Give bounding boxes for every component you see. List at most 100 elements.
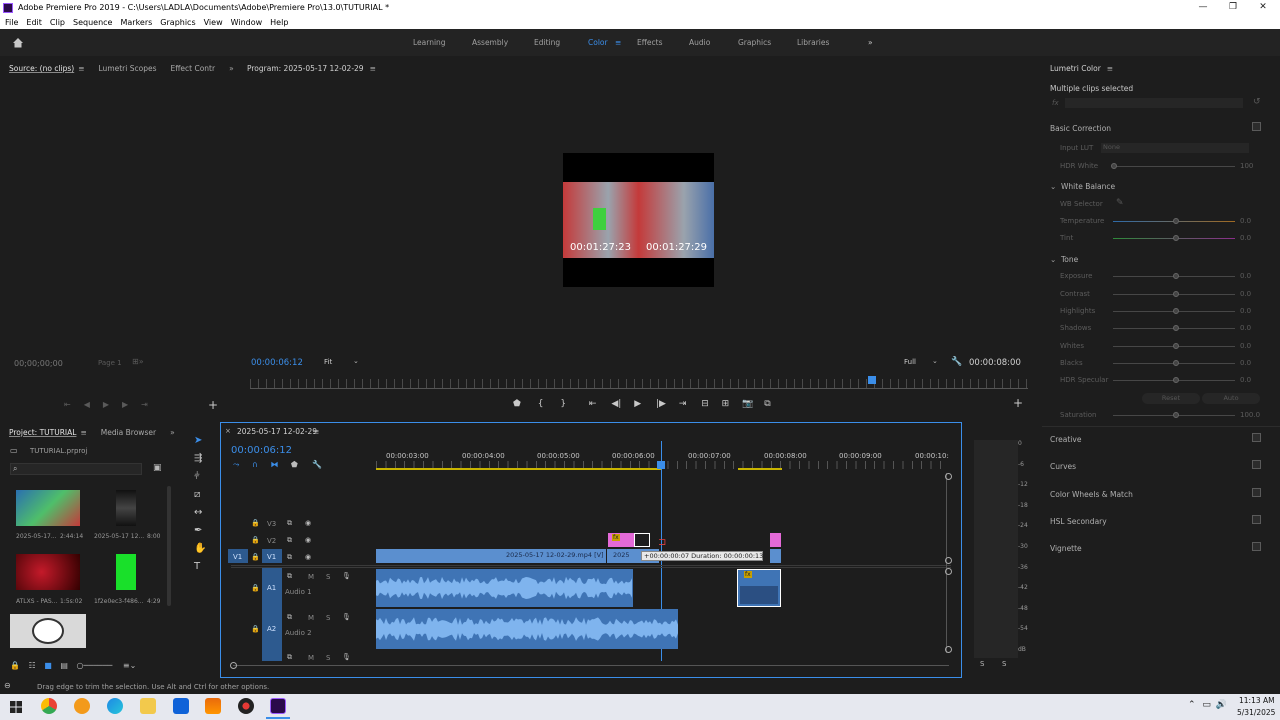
v2-pink-clip[interactable]: fx: [608, 533, 634, 547]
whites-slider[interactable]: [1113, 343, 1235, 349]
lumetri-reset-icon[interactable]: ↺: [1253, 97, 1261, 107]
selection-tool-icon[interactable]: ➤: [194, 435, 202, 446]
temperature-slider[interactable]: [1113, 218, 1235, 224]
lock-icon[interactable]: 🔒: [10, 661, 20, 670]
menu-graphics[interactable]: Graphics: [160, 18, 195, 27]
program-add-button-icon[interactable]: +: [1013, 396, 1023, 410]
v1-label[interactable]: V1: [267, 553, 276, 561]
play-icon[interactable]: ▶: [634, 399, 641, 409]
go-to-out-icon[interactable]: ⇥: [679, 399, 687, 409]
source-tab-menu-icon[interactable]: ≡: [78, 64, 84, 73]
timeline-settings-icon[interactable]: 🔧: [312, 460, 322, 469]
timeline-timecode[interactable]: 00:00:06:12: [231, 445, 292, 456]
slip-tool-icon[interactable]: ↔: [194, 507, 202, 518]
tab-lumetri-scopes[interactable]: Lumetri Scopes: [99, 64, 157, 73]
vignette-header[interactable]: Vignette: [1050, 544, 1082, 553]
source-page-select[interactable]: Page 1: [98, 359, 122, 367]
white-balance-header[interactable]: White Balance: [1061, 182, 1115, 191]
v3-sync-lock-icon[interactable]: ⧉: [287, 519, 292, 528]
source-export-frame-icon[interactable]: ⊞»: [132, 357, 144, 366]
timeline-horizontal-scrollbar[interactable]: [233, 665, 949, 666]
a1-mic-icon[interactable]: 🎙: [342, 572, 351, 580]
tone-chevron-icon[interactable]: ⌄: [1050, 255, 1056, 264]
v1-video-clip-right[interactable]: [770, 549, 781, 563]
hdr-specular-slider[interactable]: [1113, 377, 1235, 383]
lumetri-clip-select[interactable]: [1065, 98, 1243, 108]
taskbar-time[interactable]: 11:13 AM: [1239, 696, 1275, 705]
mark-in-icon[interactable]: {: [538, 399, 544, 409]
quality-chevron-down-icon[interactable]: ⌄: [932, 357, 938, 365]
extract-icon[interactable]: ⊞: [722, 399, 730, 409]
tone-header[interactable]: Tone: [1061, 255, 1078, 264]
pen-tool-icon[interactable]: ✒: [194, 525, 202, 536]
tone-auto-button[interactable]: Auto: [1202, 393, 1260, 404]
basic-correction-checkbox[interactable]: [1252, 122, 1261, 131]
audio-target-patch[interactable]: [262, 568, 282, 661]
taskbar-date[interactable]: 5/31/2025: [1237, 708, 1275, 717]
input-lut-select[interactable]: None: [1101, 143, 1249, 153]
mark-out-icon[interactable]: }: [560, 399, 566, 409]
track-select-tool-icon[interactable]: ⇶: [194, 453, 202, 464]
workspace-color[interactable]: Color: [588, 38, 608, 47]
menu-edit[interactable]: Edit: [26, 18, 42, 27]
go-to-in-icon[interactable]: ⇤: [589, 399, 597, 409]
a1-lock-icon[interactable]: 🔒: [251, 584, 260, 592]
firefox-icon[interactable]: [74, 698, 90, 714]
program-title[interactable]: Program: 2025-05-17 12-02-29: [247, 64, 364, 73]
program-quality-select[interactable]: Full: [904, 358, 916, 366]
nest-icon[interactable]: ⤳: [233, 460, 239, 469]
v2-label[interactable]: V2: [267, 537, 276, 545]
menu-sequence[interactable]: Sequence: [73, 18, 112, 27]
a1-audio-clip-right[interactable]: fx: [737, 569, 781, 607]
menu-clip[interactable]: Clip: [50, 18, 65, 27]
close-sequence-icon[interactable]: ×: [225, 427, 231, 435]
program-menu-icon[interactable]: ≡: [370, 64, 376, 73]
fit-chevron-down-icon[interactable]: ⌄: [353, 357, 359, 365]
tint-slider[interactable]: [1113, 235, 1235, 241]
shadows-slider[interactable]: [1113, 325, 1235, 331]
tab-source[interactable]: Source: (no clips): [9, 64, 74, 73]
v-scroll-handle-mid[interactable]: [945, 557, 952, 564]
tone-reset-button[interactable]: Reset: [1142, 393, 1200, 404]
v1-sync-lock-icon[interactable]: ⧉: [287, 553, 292, 562]
close-icon[interactable]: ✕: [1248, 0, 1278, 15]
razor-tool-icon[interactable]: ⧄: [194, 489, 200, 500]
file-explorer-icon[interactable]: [140, 698, 156, 714]
program-playhead[interactable]: [868, 376, 877, 384]
meter-solo-right[interactable]: S: [1002, 660, 1006, 668]
ripple-edit-tool-icon[interactable]: ⫩: [194, 471, 200, 482]
windows-start-icon[interactable]: [10, 701, 22, 713]
add-marker-icon[interactable]: ⬟: [513, 399, 521, 409]
project-menu-icon[interactable]: ≡: [80, 428, 86, 437]
project-search-input[interactable]: ⌕: [10, 463, 142, 475]
program-fit-select[interactable]: Fit: [324, 358, 332, 366]
project-thumb-3[interactable]: [16, 554, 80, 590]
a3-mic-icon[interactable]: 🎙: [342, 653, 351, 661]
menu-help[interactable]: Help: [270, 18, 288, 27]
menu-file[interactable]: File: [5, 18, 18, 27]
a2-lock-icon[interactable]: 🔒: [251, 625, 260, 633]
sequence-menu-icon[interactable]: ≡: [313, 427, 319, 436]
saturation-slider[interactable]: [1113, 412, 1235, 418]
speaker-icon[interactable]: 🔊: [1216, 700, 1227, 710]
edge-icon[interactable]: [107, 698, 123, 714]
a2-mic-icon[interactable]: 🎙: [342, 613, 351, 621]
v1-eye-icon[interactable]: ◉: [305, 553, 311, 561]
add-marker-icon-timeline[interactable]: ⬟: [291, 460, 298, 469]
chrome-icon[interactable]: [41, 698, 57, 714]
icon-view-icon[interactable]: ■: [44, 661, 52, 670]
workspace-learning[interactable]: Learning: [413, 38, 446, 47]
workspace-effects[interactable]: Effects: [637, 38, 663, 47]
meter-solo-left[interactable]: S: [980, 660, 984, 668]
maximize-icon[interactable]: ❐: [1218, 0, 1248, 15]
workspace-libraries[interactable]: Libraries: [797, 38, 829, 47]
a1-audio-clip[interactable]: [376, 569, 633, 607]
curves-header[interactable]: Curves: [1050, 462, 1076, 471]
wrench-settings-icon[interactable]: 🔧: [951, 357, 962, 367]
snap-icon[interactable]: ∩: [252, 460, 258, 469]
workspace-graphics[interactable]: Graphics: [738, 38, 771, 47]
project-thumb-2[interactable]: [116, 490, 136, 526]
whites-value[interactable]: 0.0: [1240, 342, 1251, 350]
v2-sync-lock-icon[interactable]: ⧉: [287, 536, 292, 545]
a1-solo[interactable]: S: [326, 573, 330, 581]
